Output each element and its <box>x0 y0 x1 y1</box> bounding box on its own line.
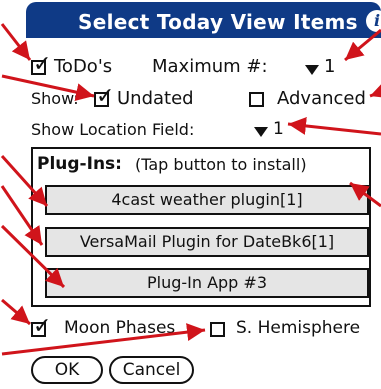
plugin-button-3[interactable]: Plug-In App #3 <box>45 268 369 298</box>
undated-label: Undated <box>117 88 194 109</box>
plugins-hint: (Tap button to install) <box>135 155 307 174</box>
plugin-button-1[interactable]: 4cast weather plugin[1] <box>45 185 369 215</box>
todos-label: ToDo's <box>54 56 113 77</box>
dropdown-arrow-icon[interactable] <box>254 127 268 137</box>
check-icon: ✓ <box>33 52 52 77</box>
cancel-button[interactable]: Cancel <box>109 356 194 384</box>
title-bar: Select Today View Items i <box>26 2 381 38</box>
ok-button[interactable]: OK <box>31 356 103 384</box>
moon-phases-checkbox[interactable]: ✓ <box>31 316 51 338</box>
todos-checkbox[interactable]: ✓ <box>31 54 51 76</box>
info-icon[interactable]: i <box>366 10 381 32</box>
plugins-group: Plug-Ins: (Tap button to install) 4cast … <box>31 147 371 307</box>
check-icon: ✓ <box>96 84 115 109</box>
show-label: Show: <box>31 89 79 108</box>
advanced-label: Advanced <box>277 88 366 109</box>
plugin-button-2[interactable]: VersaMail Plugin for DateBk6[1] <box>45 227 369 257</box>
plugins-heading: Plug-Ins: <box>37 154 122 174</box>
southern-hemisphere-label: S. Hemisphere <box>236 318 361 338</box>
southern-hemisphere-checkbox[interactable] <box>210 322 225 337</box>
advanced-checkbox[interactable] <box>249 92 264 107</box>
moon-phases-label: Moon Phases <box>64 318 176 338</box>
undated-checkbox[interactable]: ✓ <box>94 86 114 108</box>
location-label: Show Location Field: <box>31 120 195 139</box>
maximum-label: Maximum #: <box>152 56 268 77</box>
location-value[interactable]: 1 <box>273 119 284 139</box>
dropdown-arrow-icon[interactable] <box>305 65 319 75</box>
maximum-value[interactable]: 1 <box>324 56 335 77</box>
dialog-title: Select Today View Items <box>78 10 358 34</box>
check-icon: ✓ <box>33 314 52 339</box>
